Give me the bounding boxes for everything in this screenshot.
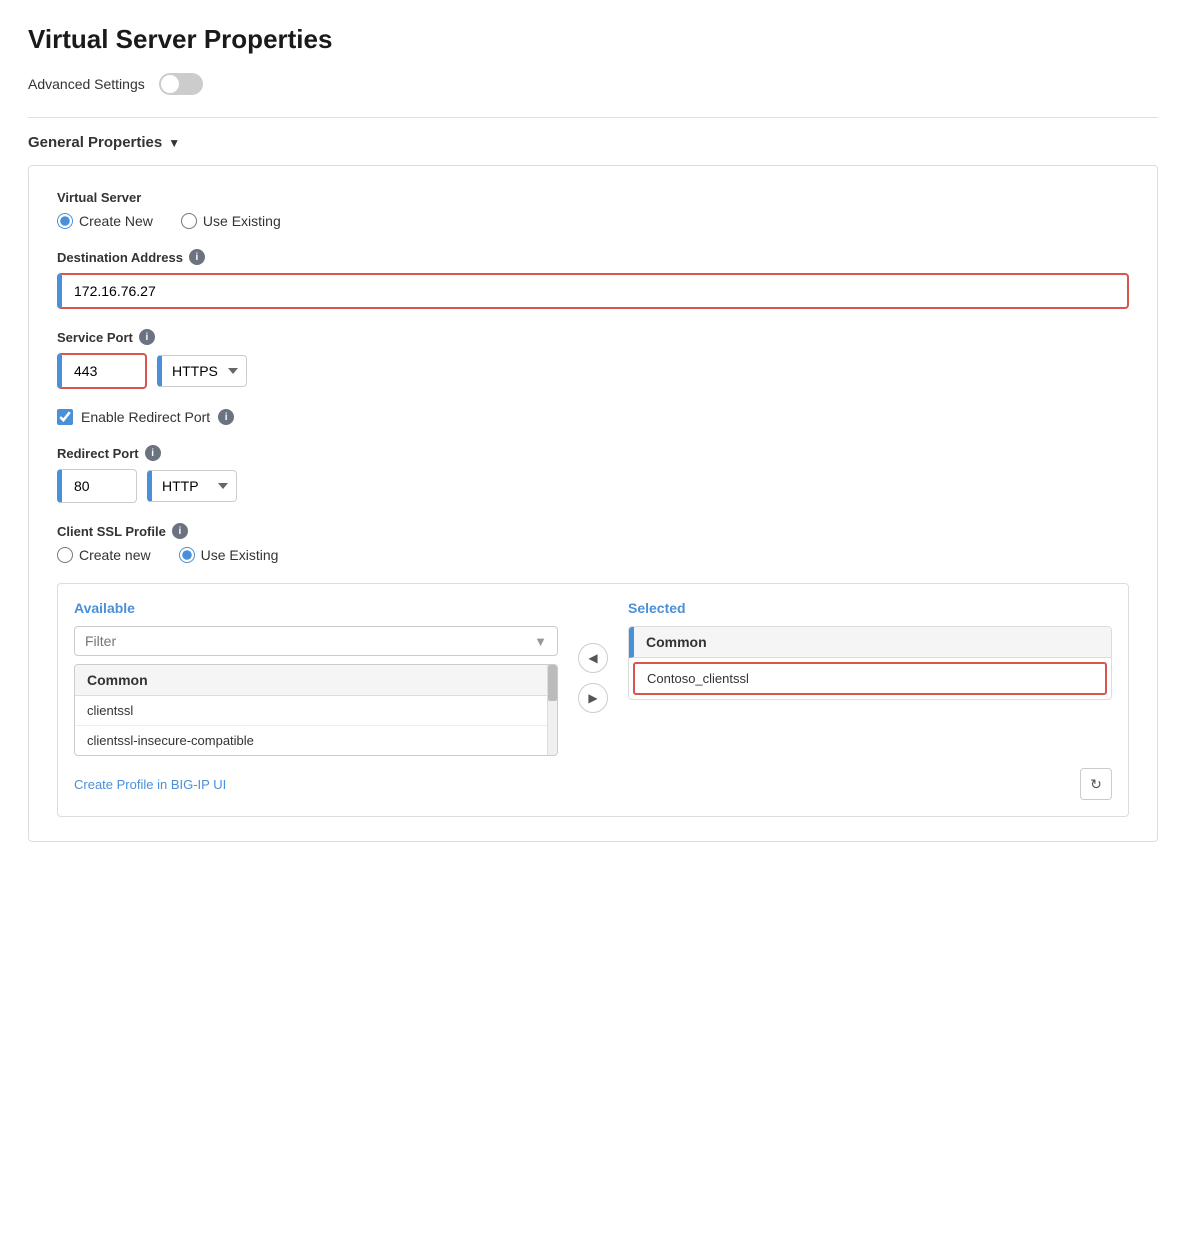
available-list-box: Common clientssl clientssl-insecure-comp… bbox=[74, 664, 558, 756]
selected-box: Common Contoso_clientssl bbox=[628, 626, 1112, 700]
available-scrollbar-thumb bbox=[548, 665, 557, 701]
filter-icon: ▼ bbox=[534, 634, 547, 649]
service-port-row: HTTPS HTTP FTP SMTP bbox=[57, 353, 1129, 389]
enable-redirect-info-icon[interactable]: i bbox=[218, 409, 234, 425]
client-ssl-radio-group: Create new Use Existing bbox=[57, 547, 1129, 563]
list-item-clientssl[interactable]: clientssl bbox=[75, 696, 557, 726]
selected-item-contoso[interactable]: Contoso_clientssl bbox=[633, 662, 1107, 695]
advanced-settings-label: Advanced Settings bbox=[28, 76, 145, 92]
enable-redirect-field: Enable Redirect Port i bbox=[57, 409, 1129, 425]
enable-redirect-checkbox[interactable] bbox=[57, 409, 73, 425]
transfer-right-button[interactable]: ▶ bbox=[578, 683, 608, 713]
list-item-clientssl-insecure[interactable]: clientssl-insecure-compatible bbox=[75, 726, 557, 755]
refresh-button[interactable]: ↻ bbox=[1080, 768, 1112, 800]
service-port-field: Service Port i HTTPS HTTP FTP SMTP bbox=[57, 329, 1129, 389]
available-list-inner: Common clientssl clientssl-insecure-comp… bbox=[75, 665, 557, 755]
service-port-info-icon[interactable]: i bbox=[139, 329, 155, 345]
selected-column: Selected Common Contoso_clientssl bbox=[628, 600, 1112, 756]
enable-redirect-label: Enable Redirect Port bbox=[81, 409, 210, 425]
redirect-port-input[interactable] bbox=[57, 469, 137, 503]
client-ssl-profile-info-icon[interactable]: i bbox=[172, 523, 188, 539]
destination-address-info-icon[interactable]: i bbox=[189, 249, 205, 265]
service-port-protocol-select[interactable]: HTTPS HTTP FTP SMTP bbox=[157, 355, 247, 387]
create-profile-link[interactable]: Create Profile in BIG-IP UI bbox=[74, 777, 226, 792]
redirect-port-field: Redirect Port i HTTP HTTPS bbox=[57, 445, 1129, 503]
service-port-label: Service Port i bbox=[57, 329, 1129, 345]
ssl-profile-panel: Available ▼ Common clientssl clientssl-i… bbox=[57, 583, 1129, 817]
general-properties-card: Virtual Server Create New Use Existing D… bbox=[28, 165, 1158, 842]
available-title: Available bbox=[74, 600, 558, 616]
virtual-server-radio-group: Create New Use Existing bbox=[57, 213, 1129, 229]
virtual-server-field: Virtual Server Create New Use Existing bbox=[57, 190, 1129, 229]
selected-group-header-common: Common bbox=[629, 627, 1111, 658]
page-title: Virtual Server Properties bbox=[28, 24, 1158, 55]
client-ssl-create-new[interactable]: Create new bbox=[57, 547, 151, 563]
redirect-port-info-icon[interactable]: i bbox=[145, 445, 161, 461]
service-port-input[interactable] bbox=[57, 353, 147, 389]
destination-address-input[interactable] bbox=[57, 273, 1129, 309]
available-group-header-common: Common bbox=[75, 665, 557, 696]
transfer-left-button[interactable]: ◀ bbox=[578, 643, 608, 673]
client-ssl-profile-label: Client SSL Profile i bbox=[57, 523, 1129, 539]
filter-input[interactable] bbox=[85, 633, 534, 649]
general-properties-header: General Properties ▼ bbox=[28, 134, 1158, 151]
ssl-panel-footer: Create Profile in BIG-IP UI ↻ bbox=[74, 768, 1112, 800]
refresh-icon: ↻ bbox=[1090, 776, 1102, 793]
virtual-server-label: Virtual Server bbox=[57, 190, 1129, 205]
general-properties-chevron[interactable]: ▼ bbox=[168, 136, 180, 150]
available-column: Available ▼ Common clientssl clientssl-i… bbox=[74, 600, 558, 756]
destination-address-label: Destination Address i bbox=[57, 249, 1129, 265]
destination-address-field: Destination Address i bbox=[57, 249, 1129, 309]
available-scrollbar[interactable] bbox=[547, 665, 557, 755]
filter-row[interactable]: ▼ bbox=[74, 626, 558, 656]
virtual-server-create-new[interactable]: Create New bbox=[57, 213, 153, 229]
selected-title: Selected bbox=[628, 600, 1112, 616]
redirect-port-protocol-select[interactable]: HTTP HTTPS bbox=[147, 470, 237, 502]
client-ssl-profile-field: Client SSL Profile i Create new Use Exis… bbox=[57, 523, 1129, 563]
virtual-server-use-existing[interactable]: Use Existing bbox=[181, 213, 281, 229]
client-ssl-use-existing[interactable]: Use Existing bbox=[179, 547, 279, 563]
redirect-port-row: HTTP HTTPS bbox=[57, 469, 1129, 503]
ssl-panel-inner: Available ▼ Common clientssl clientssl-i… bbox=[74, 600, 1112, 756]
transfer-buttons: ◀ ▶ bbox=[578, 600, 608, 756]
redirect-port-label: Redirect Port i bbox=[57, 445, 1129, 461]
advanced-settings-toggle[interactable] bbox=[159, 73, 203, 95]
enable-redirect-row: Enable Redirect Port i bbox=[57, 409, 1129, 425]
